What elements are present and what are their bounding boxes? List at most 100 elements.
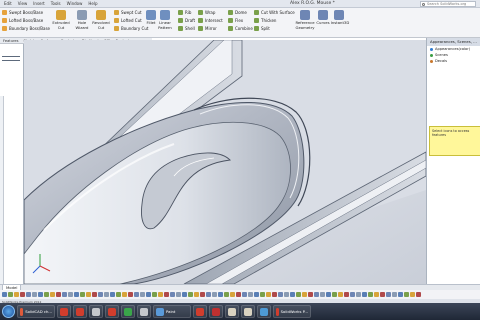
taskbar-button[interactable] <box>225 305 239 318</box>
taskbar-button[interactable] <box>209 305 223 318</box>
view-toolbar-icon[interactable] <box>320 292 325 297</box>
view-toolbar-icon[interactable] <box>74 292 79 297</box>
view-toolbar-icon[interactable] <box>296 292 301 297</box>
view-toolbar-icon[interactable] <box>80 292 85 297</box>
view-toolbar-icon[interactable] <box>284 292 289 297</box>
view-toolbar-icon[interactable] <box>188 292 193 297</box>
taskbar-button[interactable] <box>137 305 151 318</box>
view-toolbar-icon[interactable] <box>410 292 415 297</box>
mirror-button[interactable]: Mirror <box>198 26 217 31</box>
view-toolbar-icon[interactable] <box>164 292 169 297</box>
view-toolbar-icon[interactable] <box>152 292 157 297</box>
search-input[interactable]: Search SolidWorks.org <box>420 1 476 7</box>
view-toolbar-icon[interactable] <box>104 292 109 297</box>
hole-wizard-icon[interactable] <box>77 10 87 20</box>
view-toolbar-icon[interactable] <box>362 292 367 297</box>
taskbar-button[interactable] <box>257 305 271 318</box>
feature-manager-panel[interactable] <box>0 44 24 286</box>
view-toolbar-icon[interactable] <box>182 292 187 297</box>
view-toolbar-icon[interactable] <box>266 292 271 297</box>
view-toolbar-icon[interactable] <box>314 292 319 297</box>
view-toolbar-icon[interactable] <box>344 292 349 297</box>
view-toolbar-icon[interactable] <box>392 292 397 297</box>
boundary-boss-button[interactable]: Boundary Boss/Base <box>2 26 50 31</box>
menu-edit[interactable]: Edit <box>4 0 12 8</box>
view-toolbar-icon[interactable] <box>302 292 307 297</box>
view-toolbar-icon[interactable] <box>56 292 61 297</box>
view-toolbar-icon[interactable] <box>356 292 361 297</box>
graphics-viewport[interactable] <box>24 40 426 284</box>
view-toolbar-icon[interactable] <box>44 292 49 297</box>
view-toolbar-icon[interactable] <box>2 292 7 297</box>
view-toolbar-icon[interactable] <box>398 292 403 297</box>
swept-cut-button[interactable]: Swept Cut <box>114 10 142 15</box>
linear-pattern-icon[interactable] <box>160 10 170 20</box>
taskbar-button[interactable] <box>89 305 103 318</box>
swept-boss-button[interactable]: Swept Boss/Base <box>2 10 43 15</box>
dome-button[interactable]: Dome <box>228 10 247 15</box>
menu-tools[interactable]: Tools <box>51 0 61 8</box>
view-toolbar-icon[interactable] <box>248 292 253 297</box>
view-toolbar-icon[interactable] <box>236 292 241 297</box>
curves-icon[interactable] <box>318 10 328 20</box>
cut-with-surface-button[interactable]: Cut With Surface <box>254 10 295 15</box>
view-toolbar-icon[interactable] <box>158 292 163 297</box>
taskbar-button[interactable] <box>121 305 135 318</box>
view-toolbar-icon[interactable] <box>338 292 343 297</box>
view-toolbar-icon[interactable] <box>32 292 37 297</box>
view-toolbar-icon[interactable] <box>254 292 259 297</box>
view-toolbar-icon[interactable] <box>260 292 265 297</box>
view-toolbar-icon[interactable] <box>332 292 337 297</box>
draft-button[interactable]: Draft <box>178 18 195 23</box>
view-toolbar-icon[interactable] <box>20 292 25 297</box>
tree-item-decals[interactable]: Decals <box>427 58 480 64</box>
wrap-button[interactable]: Wrap <box>198 10 215 15</box>
view-toolbar-icon[interactable] <box>128 292 133 297</box>
view-toolbar-icon[interactable] <box>98 292 103 297</box>
instant3d-icon[interactable] <box>334 10 344 20</box>
view-toolbar-icon[interactable] <box>386 292 391 297</box>
taskbar-button[interactable]: SolidCAD ch... <box>17 305 55 318</box>
taskbar-button[interactable]: SolidWorks P... <box>273 305 311 318</box>
view-toolbar-icon[interactable] <box>92 292 97 297</box>
combine-button[interactable]: Combine <box>228 26 253 31</box>
view-toolbar-icon[interactable] <box>62 292 67 297</box>
view-toolbar-icon[interactable] <box>212 292 217 297</box>
view-toolbar-icon[interactable] <box>134 292 139 297</box>
reference-geometry-icon[interactable] <box>300 10 310 20</box>
revolved-cut-icon[interactable] <box>96 10 106 20</box>
view-toolbar-icon[interactable] <box>272 292 277 297</box>
menu-help[interactable]: Help <box>88 0 97 8</box>
menu-window[interactable]: Window <box>67 0 83 8</box>
intersect-button[interactable]: Intersect <box>198 18 223 23</box>
taskbar-button[interactable] <box>193 305 207 318</box>
taskbar-button[interactable] <box>105 305 119 318</box>
view-toolbar-icon[interactable] <box>200 292 205 297</box>
view-toolbar-icon[interactable] <box>122 292 127 297</box>
shell-button[interactable]: Shell <box>178 26 195 31</box>
view-toolbar-icon[interactable] <box>140 292 145 297</box>
view-toolbar-icon[interactable] <box>404 292 409 297</box>
taskbar-button[interactable] <box>57 305 71 318</box>
view-toolbar-icon[interactable] <box>206 292 211 297</box>
taskbar-button[interactable] <box>241 305 255 318</box>
view-toolbar-icon[interactable] <box>146 292 151 297</box>
lofted-cut-button[interactable]: Lofted Cut <box>114 18 142 23</box>
view-toolbar-icon[interactable] <box>350 292 355 297</box>
view-toolbar-icon[interactable] <box>68 292 73 297</box>
view-toolbar-icon[interactable] <box>380 292 385 297</box>
view-toolbar-icon[interactable] <box>374 292 379 297</box>
split-button[interactable]: Split <box>254 26 270 31</box>
view-toolbar-icon[interactable] <box>50 292 55 297</box>
view-toolbar-icon[interactable] <box>416 292 421 297</box>
view-toolbar-icon[interactable] <box>86 292 91 297</box>
view-toolbar-icon[interactable] <box>326 292 331 297</box>
start-button[interactable] <box>2 305 15 318</box>
boundary-cut-button[interactable]: Boundary Cut <box>114 26 148 31</box>
view-toolbar-icon[interactable] <box>14 292 19 297</box>
lofted-boss-button[interactable]: Lofted Boss/Base <box>2 18 43 23</box>
view-toolbar-icon[interactable] <box>278 292 283 297</box>
view-toolbar-icon[interactable] <box>368 292 373 297</box>
view-toolbar-icon[interactable] <box>8 292 13 297</box>
view-toolbar-icon[interactable] <box>290 292 295 297</box>
